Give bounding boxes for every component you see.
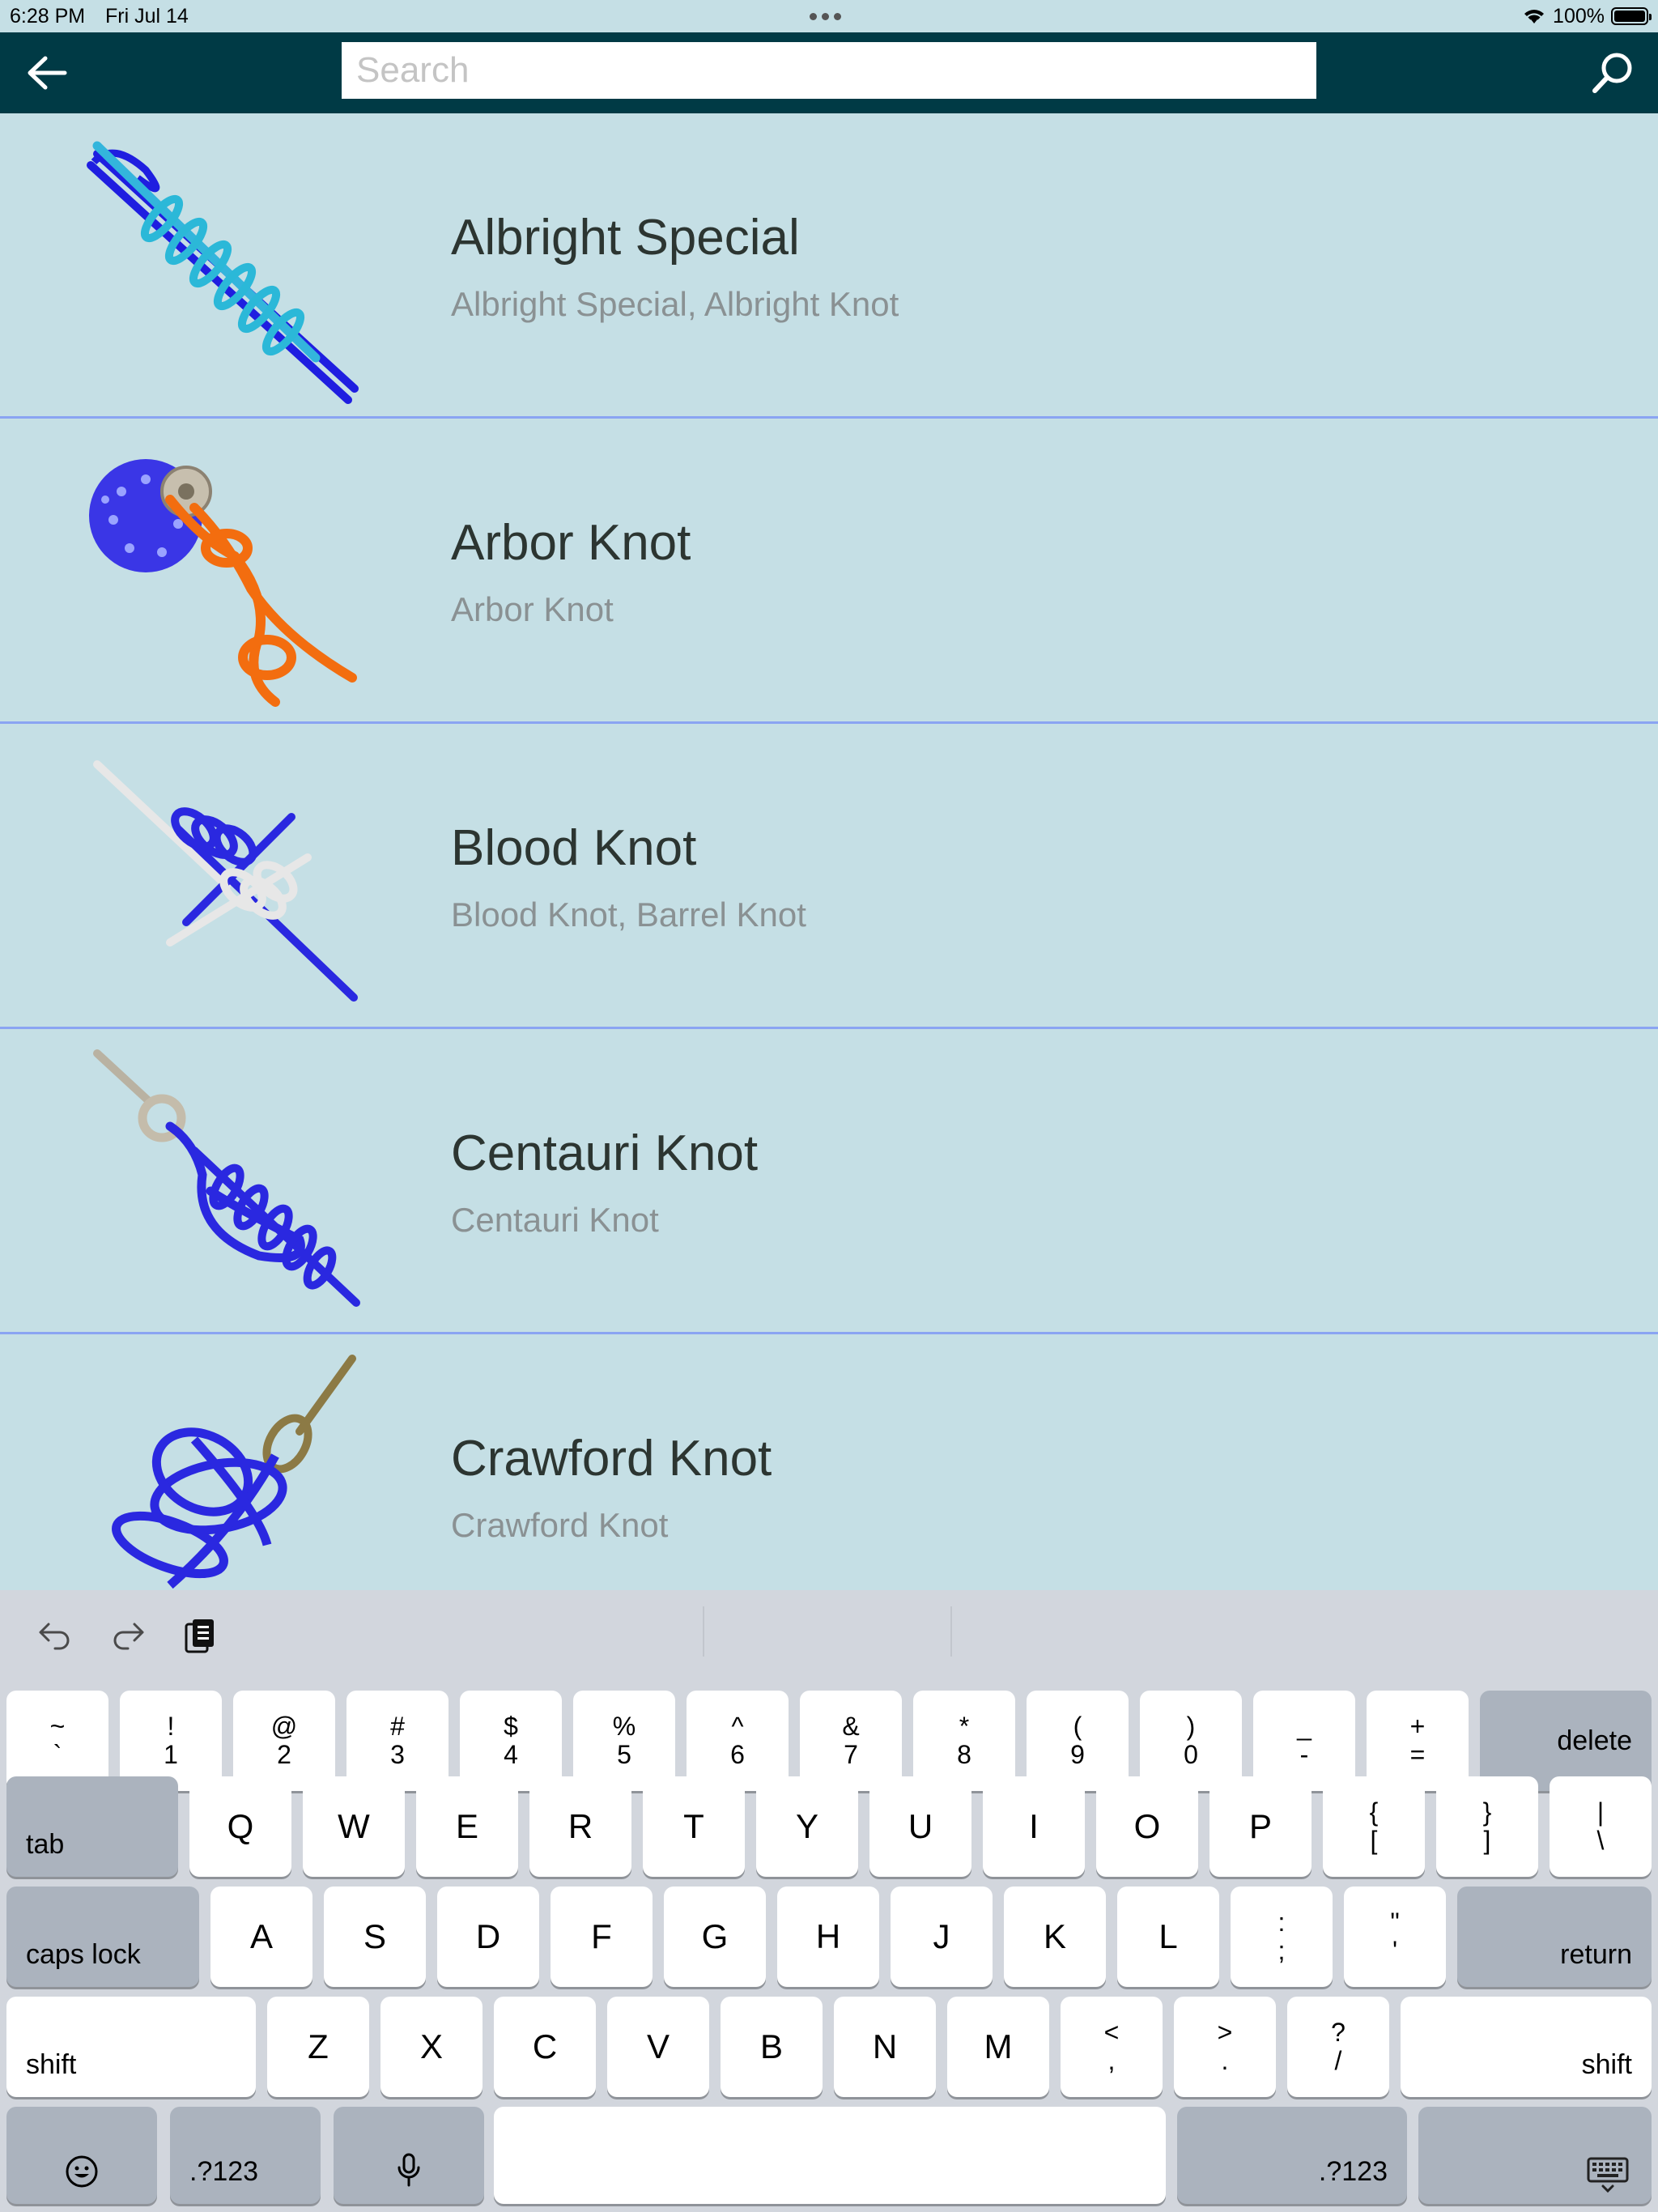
list-item[interactable]: Crawford Knot Crawford Knot <box>0 1334 1658 1590</box>
list-item[interactable]: Albright Special Albright Special, Albri… <box>0 113 1658 419</box>
hide-keyboard-key[interactable] <box>1418 2107 1652 2204</box>
numbers-key-left[interactable]: .?123 <box>170 2107 321 2204</box>
knot-list: Albright Special Albright Special, Albri… <box>0 113 1658 1590</box>
key-g[interactable]: G <box>664 1887 766 1987</box>
emoji-icon <box>66 2155 98 2188</box>
multitasking-dots-icon[interactable] <box>810 13 841 20</box>
key-backslash[interactable]: | \ <box>1550 1776 1652 1877</box>
key-f[interactable]: F <box>551 1887 653 1987</box>
dictation-key[interactable] <box>334 2107 484 2204</box>
keyboard-toolbar <box>0 1590 1658 1671</box>
redo-icon <box>113 1623 144 1650</box>
emoji-key[interactable] <box>6 2107 157 2204</box>
back-button[interactable] <box>23 50 71 96</box>
key-v[interactable]: V <box>607 1997 709 2097</box>
knot-aliases: Arbor Knot <box>451 590 614 628</box>
key-comma[interactable]: <, <box>1061 1997 1163 2097</box>
caps-lock-key[interactable]: caps lock <box>6 1887 199 1987</box>
status-time: 6:28 PM <box>10 5 86 28</box>
key-r[interactable]: R <box>529 1776 631 1877</box>
knot-title: Albright Special <box>451 210 800 266</box>
key-o[interactable]: O <box>1096 1776 1198 1877</box>
status-bar: 6:28 PM Fri Jul 14 100% <box>0 0 1658 32</box>
albright-knot-illustration <box>87 141 359 404</box>
toolbar-divider <box>950 1606 952 1657</box>
keyboard-dismiss-icon <box>1587 2157 1629 2193</box>
key-b[interactable]: B <box>721 1997 823 2097</box>
key-s[interactable]: S <box>324 1887 426 1987</box>
search-button[interactable] <box>1587 47 1639 99</box>
key-j[interactable]: J <box>891 1887 993 1987</box>
return-key[interactable]: return <box>1457 1887 1652 1987</box>
key-bracket-right[interactable]: }] <box>1436 1776 1538 1877</box>
battery-icon <box>1611 7 1652 25</box>
key-h[interactable]: H <box>777 1887 879 1987</box>
key-m[interactable]: M <box>947 1997 1049 2097</box>
list-item[interactable]: Arbor Knot Arbor Knot <box>0 419 1658 724</box>
undo-icon <box>39 1623 70 1650</box>
key-z[interactable]: Z <box>267 1997 369 2097</box>
numbers-key-right[interactable]: .?123 <box>1177 2107 1407 2204</box>
redo-button[interactable] <box>105 1613 151 1658</box>
key-quote[interactable]: " ' <box>1344 1887 1446 1987</box>
list-item[interactable]: Centauri Knot Centauri Knot <box>0 1029 1658 1334</box>
knot-title: Crawford Knot <box>451 1431 772 1487</box>
crawford-knot-illustration <box>112 1355 356 1589</box>
status-right: 100% <box>1522 0 1652 32</box>
knot-title: Arbor Knot <box>451 515 691 571</box>
key-w[interactable]: W <box>303 1776 405 1877</box>
list-item[interactable]: Blood Knot Blood Knot, Barrel Knot <box>0 724 1658 1029</box>
centauri-knot-illustration <box>93 1049 360 1307</box>
key-i[interactable]: I <box>983 1776 1085 1877</box>
key-t[interactable]: T <box>643 1776 745 1877</box>
blood-knot-illustration <box>93 760 358 1002</box>
knot-aliases: Albright Special, Albright Knot <box>451 285 899 323</box>
key-semicolon[interactable]: :; <box>1231 1887 1333 1987</box>
status-date: Fri Jul 14 <box>105 5 189 28</box>
key-d[interactable]: D <box>437 1887 539 1987</box>
key-slash[interactable]: ? / <box>1287 1997 1389 2097</box>
undo-button[interactable] <box>32 1613 78 1658</box>
toolbar-divider <box>703 1606 704 1657</box>
knot-aliases: Blood Knot, Barrel Knot <box>451 895 806 934</box>
shift-right-key[interactable]: shift <box>1401 1997 1652 2097</box>
key-e[interactable]: E <box>416 1776 518 1877</box>
knot-title: Blood Knot <box>451 820 697 876</box>
key-u[interactable]: U <box>869 1776 971 1877</box>
key-bracket-left[interactable]: {[ <box>1323 1776 1425 1877</box>
key-p[interactable]: P <box>1209 1776 1312 1877</box>
key-period[interactable]: >. <box>1174 1997 1276 2097</box>
arbor-knot-illustration <box>89 459 357 707</box>
key-q[interactable]: Q <box>189 1776 291 1877</box>
nav-bar <box>0 32 1658 113</box>
key-l[interactable]: L <box>1117 1887 1219 1987</box>
knot-aliases: Centauri Knot <box>451 1201 659 1239</box>
knot-aliases: Crawford Knot <box>451 1506 669 1544</box>
arrow-left-icon <box>28 56 67 90</box>
key-n[interactable]: N <box>834 1997 936 2097</box>
key-k[interactable]: K <box>1004 1887 1106 1987</box>
battery-percentage: 100% <box>1553 5 1605 28</box>
key-x[interactable]: X <box>380 1997 483 2097</box>
onscreen-keyboard: ~ ` ! 1 @2 #3 $4 % 5 ^ 6 & 7 * 8 (9 ) 0 _ - + = d… <box>0 1590 1658 2212</box>
battery-fill <box>1614 11 1645 22</box>
key-c[interactable]: C <box>494 1997 596 2097</box>
microphone-icon <box>397 2153 420 2187</box>
knot-title: Centauri Knot <box>451 1125 759 1181</box>
shift-left-key[interactable]: shift <box>6 1997 256 2097</box>
wifi-icon <box>1524 10 1545 23</box>
key-a[interactable]: A <box>210 1887 312 1987</box>
magnifier-icon <box>1592 53 1632 93</box>
clipboard-icon <box>185 1619 214 1653</box>
key-y[interactable]: Y <box>756 1776 858 1877</box>
paste-button[interactable] <box>178 1613 223 1658</box>
space-key[interactable] <box>494 2107 1166 2204</box>
tab-key[interactable]: tab <box>6 1776 178 1877</box>
search-input[interactable] <box>342 42 1316 99</box>
